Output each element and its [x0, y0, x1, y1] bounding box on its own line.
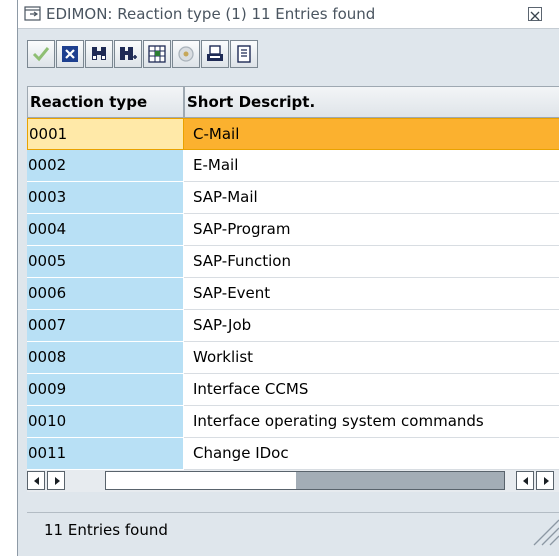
status-bar: 11 Entries found — [27, 512, 559, 546]
binoculars-icon — [92, 47, 106, 60]
arrow-right-icon — [544, 477, 549, 485]
short-description-cell[interactable]: Worklist — [184, 342, 559, 374]
table-row[interactable]: 0003 SAP-Mail — [27, 182, 559, 214]
print-button[interactable] — [201, 40, 229, 68]
select-grid-icon — [148, 45, 166, 63]
table-row[interactable]: 0008 Worklist — [27, 342, 559, 374]
table-row[interactable]: 0004 SAP-Program — [27, 214, 559, 246]
select-button[interactable] — [143, 40, 171, 68]
reaction-type-cell[interactable]: 0005 — [27, 246, 184, 278]
continue-button[interactable] — [27, 40, 55, 68]
reaction-type-cell[interactable]: 0009 — [27, 374, 184, 406]
cancel-button[interactable] — [56, 40, 84, 68]
binoculars-plus-icon — [120, 47, 137, 60]
arrow-left-icon — [34, 477, 39, 485]
window-title: EDIMON: Reaction type (1) 11 Entries fou… — [46, 5, 376, 23]
scroll-left-button[interactable] — [27, 471, 45, 490]
short-description-cell[interactable]: SAP-Program — [184, 214, 559, 246]
title-bar[interactable]: EDIMON: Reaction type (1) 11 Entries fou… — [18, 0, 559, 29]
short-description-cell[interactable]: SAP-Job — [184, 310, 559, 342]
checkmark-icon — [32, 47, 50, 62]
resize-grip-icon[interactable] — [526, 512, 559, 546]
help-disc-icon — [178, 46, 194, 62]
close-icon[interactable] — [528, 7, 542, 21]
table-row[interactable]: 0006 SAP-Event — [27, 278, 559, 310]
scroll-right-button[interactable] — [47, 471, 65, 490]
find-next-button[interactable] — [114, 40, 142, 68]
short-description-cell[interactable]: C-Mail — [184, 118, 559, 150]
table-row[interactable]: 0001 C-Mail — [27, 118, 559, 150]
details-button[interactable] — [230, 40, 258, 68]
table-row[interactable]: 0009 Interface CCMS — [27, 374, 559, 406]
reaction-type-cell[interactable]: 0011 — [27, 438, 184, 470]
column-header-reaction-type[interactable]: Reaction type — [27, 86, 184, 118]
scroll-thumb[interactable] — [296, 472, 504, 489]
reaction-type-cell[interactable]: 0002 — [27, 150, 184, 182]
short-description-cell[interactable]: Change IDoc — [184, 438, 559, 470]
table-row[interactable]: 0010 Interface operating system commands — [27, 406, 559, 438]
close-x-icon — [62, 46, 78, 62]
table-row[interactable]: 0005 SAP-Function — [27, 246, 559, 278]
scroll-track[interactable] — [105, 471, 505, 490]
help-button[interactable] — [172, 40, 200, 68]
short-description-cell[interactable]: SAP-Mail — [184, 182, 559, 214]
arrow-left-icon — [523, 477, 528, 485]
table-row[interactable]: 0007 SAP-Job — [27, 310, 559, 342]
value-help-dialog: EDIMON: Reaction type (1) 11 Entries fou… — [17, 0, 559, 556]
printer-icon — [207, 45, 223, 61]
scroll-left-button-2[interactable] — [516, 471, 534, 490]
reaction-type-cell[interactable]: 0003 — [27, 182, 184, 214]
short-description-cell[interactable]: SAP-Function — [184, 246, 559, 278]
reaction-type-cell[interactable]: 0007 — [27, 310, 184, 342]
reaction-type-cell[interactable]: 0001 — [27, 118, 184, 150]
table-row[interactable]: 0011 Change IDoc — [27, 438, 559, 470]
reaction-type-cell[interactable]: 0008 — [27, 342, 184, 374]
short-description-cell[interactable]: Interface CCMS — [184, 374, 559, 406]
table-row[interactable]: 0002 E-Mail — [27, 150, 559, 182]
status-text: 11 Entries found — [44, 521, 168, 539]
reaction-type-cell[interactable]: 0004 — [27, 214, 184, 246]
toolbar — [18, 32, 559, 86]
column-header-short-description[interactable]: Short Descript. — [184, 86, 559, 118]
arrow-right-icon — [55, 477, 60, 485]
short-description-cell[interactable]: Interface operating system commands — [184, 406, 559, 438]
document-icon — [237, 45, 251, 63]
reaction-type-cell[interactable]: 0010 — [27, 406, 184, 438]
reaction-type-cell[interactable]: 0006 — [27, 278, 184, 310]
scroll-right-button-2[interactable] — [536, 471, 554, 490]
short-description-cell[interactable]: SAP-Event — [184, 278, 559, 310]
horizontal-scrollbar[interactable] — [27, 470, 559, 492]
find-button[interactable] — [85, 40, 113, 68]
window-menu-icon[interactable] — [24, 6, 42, 22]
short-description-cell[interactable]: E-Mail — [184, 150, 559, 182]
